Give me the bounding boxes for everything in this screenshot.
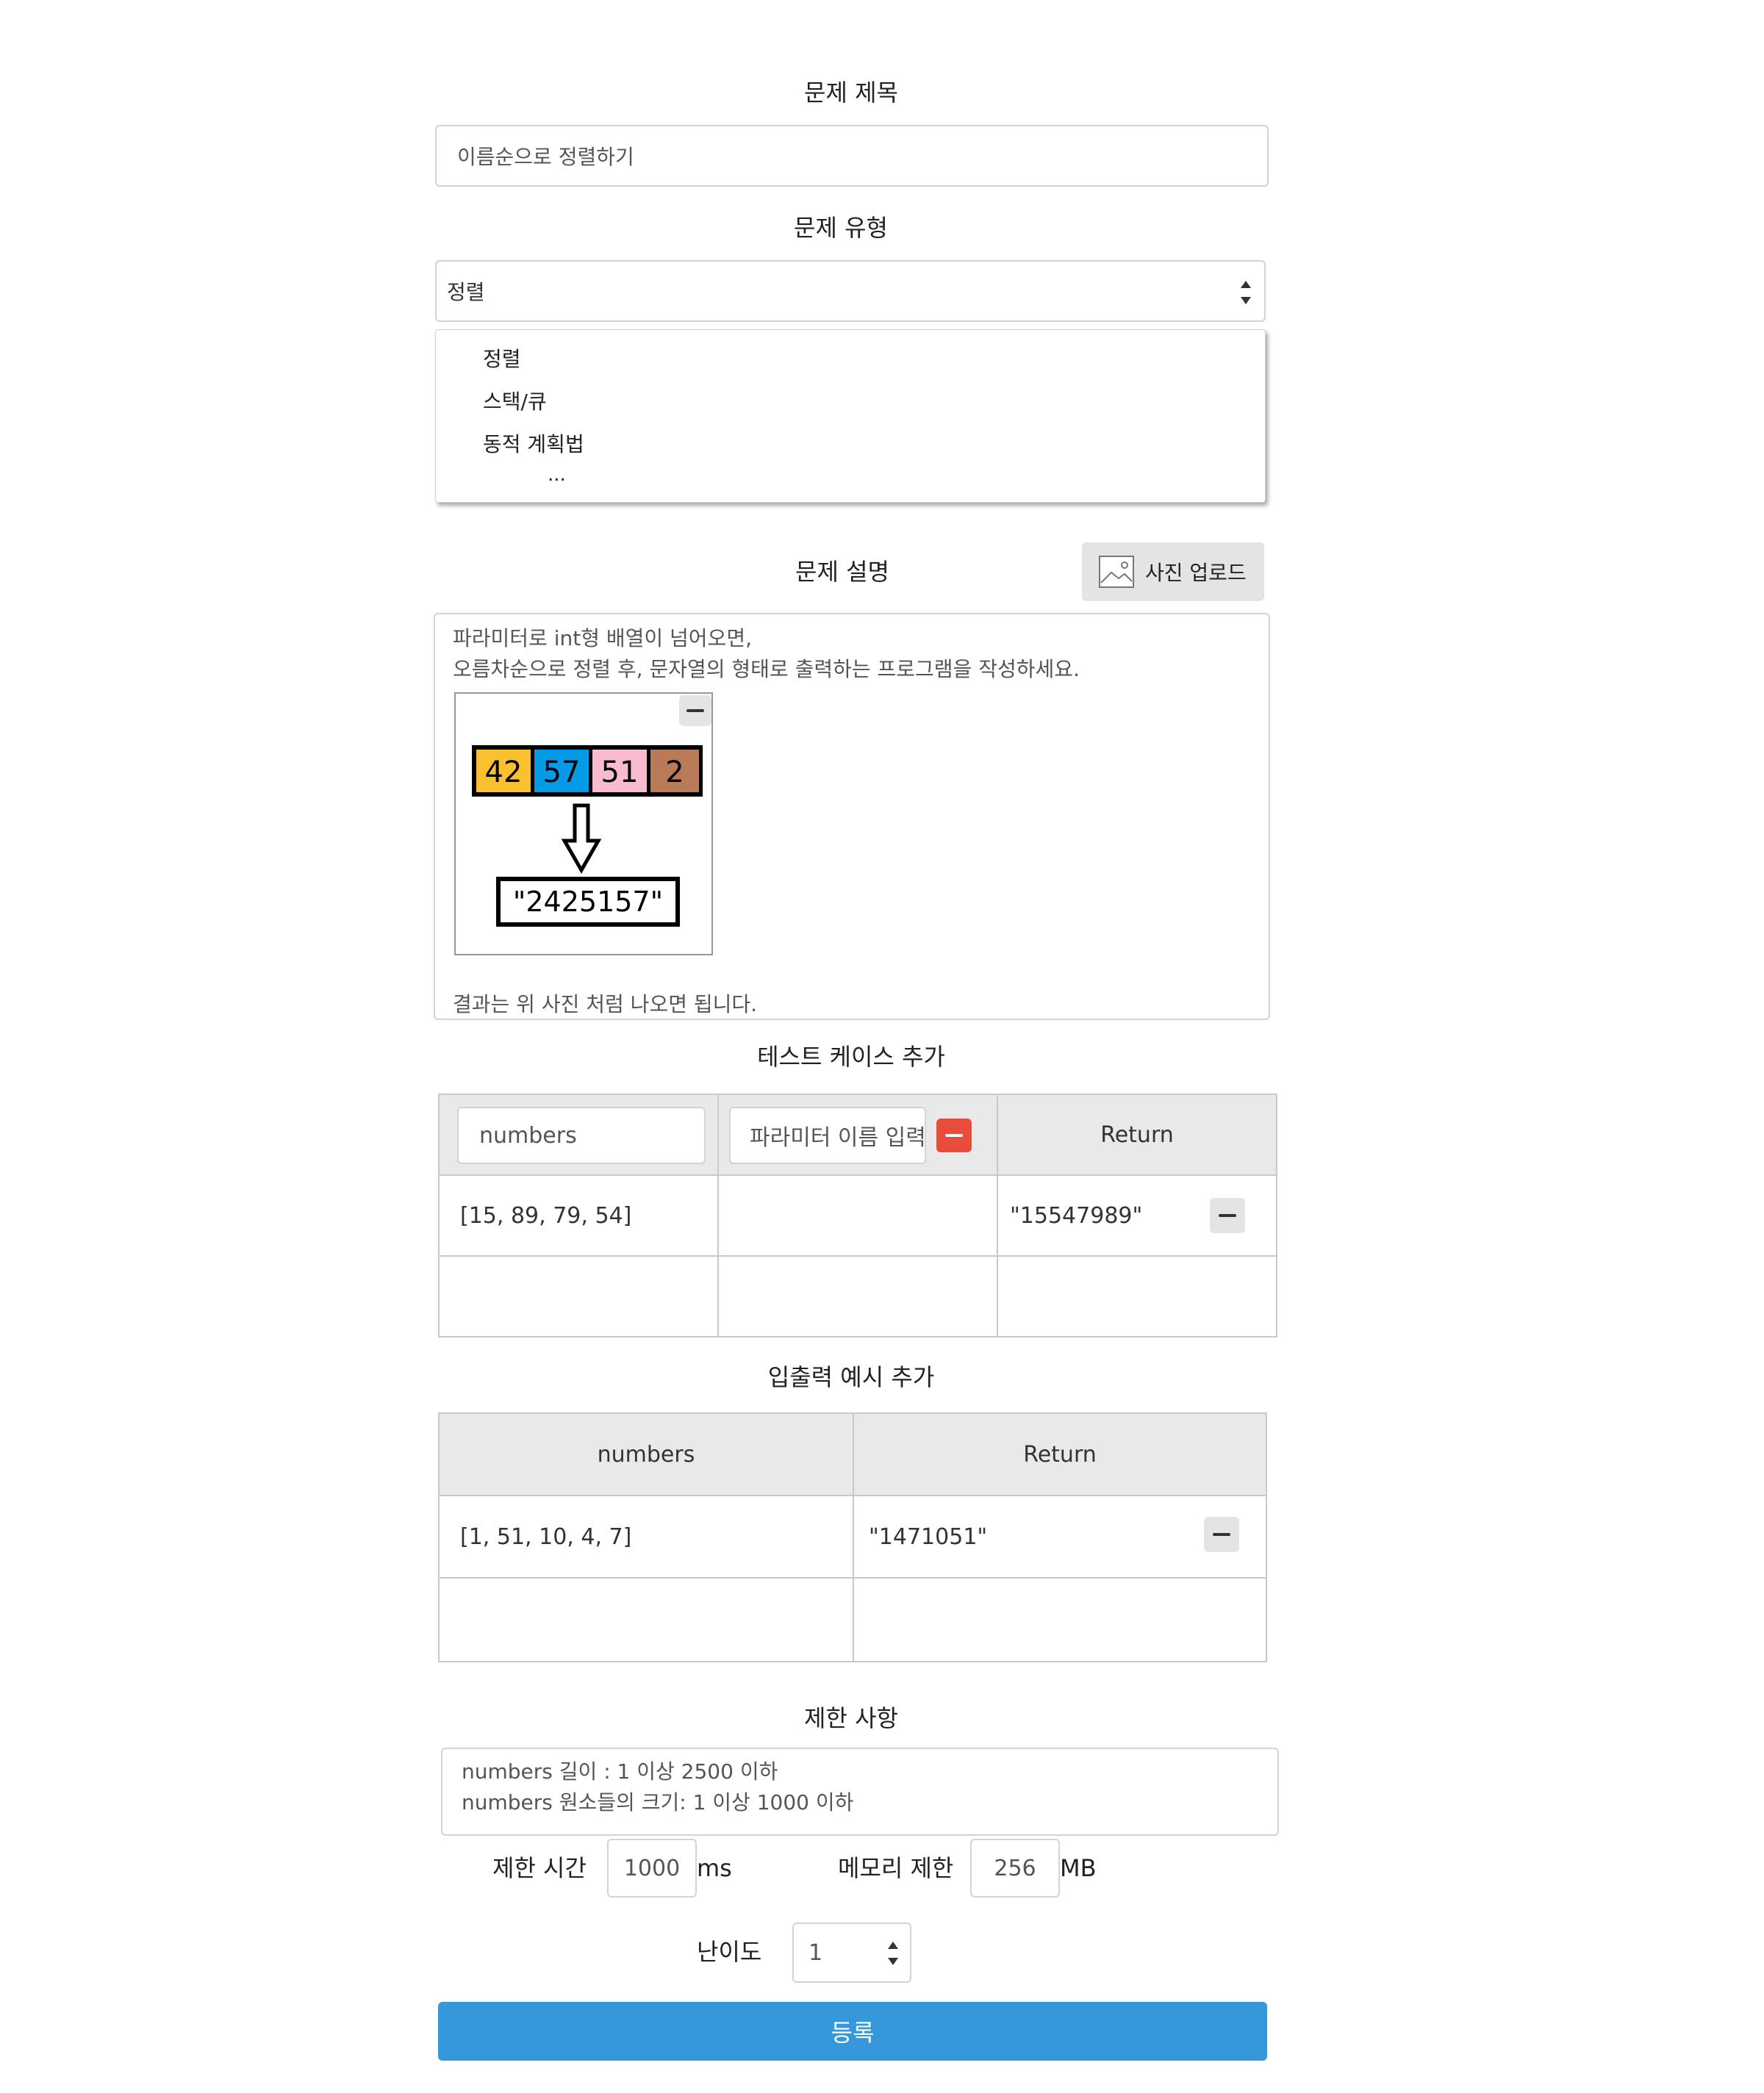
example-heading: 입출력 예시 추가	[767, 1363, 935, 1391]
param-name-placeholder-2: 파라미터 이름 입력	[750, 1125, 926, 1151]
remove-testcase-button[interactable]	[1210, 1198, 1245, 1233]
dropdown-option-sort[interactable]: 정렬	[483, 343, 521, 373]
remove-example-button[interactable]	[1204, 1517, 1239, 1552]
constraints-heading: 제한 사항	[804, 1704, 898, 1732]
memory-limit-label: 메모리 제한	[838, 1854, 954, 1882]
dropdown-option-stack-queue[interactable]: 스택/큐	[483, 386, 547, 415]
time-limit-input[interactable]: 1000	[607, 1839, 697, 1898]
description-line-1: 파라미터로 int형 배열이 넘어오면,	[453, 626, 752, 650]
array-value-4: 2	[665, 755, 684, 789]
memory-limit-value: 256	[994, 1855, 1036, 1881]
difficulty-stepper[interactable]: 1	[792, 1923, 911, 1983]
example-empty-input[interactable]	[440, 1579, 853, 1661]
constraint-line-1: numbers 길이 : 1 이상 2500 이하	[462, 1759, 778, 1784]
title-heading: 문제 제목	[804, 79, 898, 107]
param-name-input-2[interactable]: 파라미터 이름 입력	[729, 1107, 926, 1164]
example-table: numbers Return [1, 51, 10, 4, 7] "147105…	[438, 1412, 1267, 1662]
memory-limit-unit: MB	[1060, 1854, 1097, 1882]
down-arrow-icon	[561, 803, 602, 875]
example-col2-header: Return	[1023, 1441, 1097, 1468]
memory-limit-input[interactable]: 256	[970, 1839, 1060, 1898]
constraints-textarea[interactable]: numbers 길이 : 1 이상 2500 이하 numbers 원소들의 크…	[441, 1748, 1279, 1836]
array-value-3: 51	[601, 755, 639, 789]
testcase-heading: 테스트 케이스 추가	[757, 1043, 945, 1071]
return-header: Return	[1100, 1121, 1174, 1148]
problem-type-selected: 정렬	[447, 280, 485, 304]
difficulty-value: 1	[808, 1939, 823, 1966]
type-heading: 문제 유형	[794, 214, 888, 242]
problem-type-dropdown: 정렬 스택/큐 동적 계획법 ...	[435, 329, 1266, 503]
testcase-empty-return[interactable]	[998, 1257, 1276, 1336]
array-value-2: 57	[543, 755, 581, 789]
example-input-cell[interactable]: [1, 51, 10, 4, 7]	[440, 1496, 853, 1577]
time-limit-label: 제한 시간	[492, 1854, 587, 1882]
dropdown-option-dp[interactable]: 동적 계획법	[483, 428, 584, 458]
param-name-input-1[interactable]: numbers	[457, 1107, 706, 1164]
select-arrows-icon	[1239, 278, 1252, 307]
testcase-table: numbers 파라미터 이름 입력 Return [15, 89, 79, 5…	[438, 1094, 1277, 1338]
testcase-return-cell[interactable]: "15547989"	[998, 1176, 1219, 1255]
problem-type-select[interactable]: 정렬	[435, 260, 1266, 322]
submit-button[interactable]: 등록	[438, 2002, 1267, 2061]
remove-param-button[interactable]	[936, 1119, 972, 1152]
time-limit-value: 1000	[623, 1855, 681, 1881]
description-footer-line: 결과는 위 사진 처럼 나오면 됩니다.	[453, 992, 758, 1016]
photo-upload-label: 사진 업로드	[1145, 561, 1247, 585]
testcase-empty-input[interactable]	[440, 1257, 717, 1336]
example-col1-header: numbers	[597, 1441, 695, 1468]
problem-title-input[interactable]: 이름순으로 정렬하기	[435, 125, 1269, 187]
constraint-line-2: numbers 원소들의 크기: 1 이상 1000 이하	[462, 1790, 854, 1814]
description-heading: 문제 설명	[795, 558, 889, 586]
param-name-value-1: numbers	[479, 1122, 577, 1149]
example-empty-return[interactable]	[854, 1579, 1266, 1661]
dropdown-option-more[interactable]: ...	[548, 464, 566, 486]
description-image: 42 57 51 2 "2425157"	[454, 692, 713, 955]
description-editor[interactable]: 파라미터로 int형 배열이 넘어오면, 오름차순으로 정렬 후, 문자열의 형…	[434, 613, 1270, 1020]
image-icon	[1098, 553, 1135, 590]
result-string: "2425157"	[513, 886, 663, 918]
photo-upload-button[interactable]: 사진 업로드	[1082, 542, 1264, 601]
difficulty-label: 난이도	[697, 1938, 762, 1966]
problem-title-value: 이름순으로 정렬하기	[457, 145, 634, 169]
testcase-input2-cell[interactable]	[719, 1176, 997, 1255]
description-line-2: 오름차순으로 정렬 후, 문자열의 형태로 출력하는 프로그램을 작성하세요.	[453, 657, 1080, 681]
time-limit-unit: ms	[697, 1854, 732, 1882]
stepper-arrows-icon[interactable]	[886, 1939, 900, 1968]
example-return-cell[interactable]: "1471051"	[854, 1496, 1192, 1577]
array-value-1: 42	[485, 755, 523, 789]
testcase-empty-input2[interactable]	[719, 1257, 997, 1336]
sort-diagram: 42 57 51 2 "2425157"	[472, 745, 703, 927]
testcase-input-cell[interactable]: [15, 89, 79, 54]	[440, 1176, 717, 1255]
